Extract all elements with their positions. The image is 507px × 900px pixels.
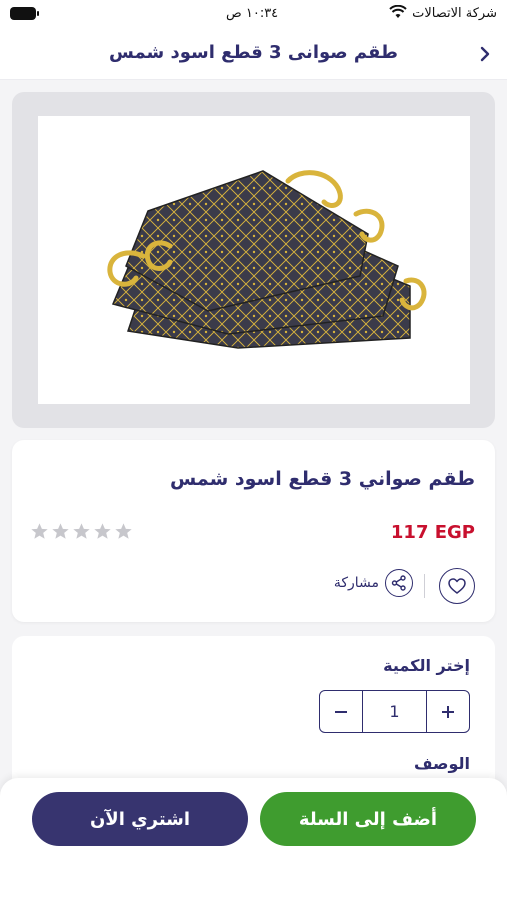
product-title: طقم صواني 3 قطع اسود شمس [170, 468, 475, 490]
product-image-card [12, 92, 495, 428]
quantity-stepper: 1 [319, 690, 470, 733]
product-price: 117 EGP [390, 522, 475, 543]
top-navbar: طقم صوانى 3 قطع اسود شمس [0, 28, 507, 80]
share-button[interactable]: مشاركة [334, 569, 413, 597]
minus-icon [335, 710, 347, 713]
buy-now-button[interactable]: اشتري الآن [32, 792, 248, 846]
bottom-action-bar: أضف إلى السلة اشتري الآن [0, 778, 507, 900]
divider [424, 574, 425, 598]
battery-icon [10, 7, 39, 20]
increment-button[interactable] [427, 691, 469, 732]
description-label: الوصف [413, 754, 470, 773]
star-icon [31, 523, 48, 539]
share-label: مشاركة [333, 575, 379, 591]
product-image[interactable] [38, 116, 470, 404]
star-icon [73, 523, 90, 539]
rating-stars[interactable] [30, 522, 133, 541]
quantity-value[interactable]: 1 [362, 691, 427, 732]
decrement-button[interactable] [320, 691, 362, 732]
chevron-right-icon[interactable] [475, 42, 495, 66]
status-bar: شركة الاتصالات ١٠:٣٤ ص [0, 0, 507, 28]
heart-icon [448, 578, 466, 594]
star-icon [52, 523, 69, 539]
quantity-label: إختر الكمية [383, 656, 470, 675]
page-title: طقم صوانى 3 قطع اسود شمس [109, 42, 398, 63]
add-to-cart-button[interactable]: أضف إلى السلة [260, 792, 476, 846]
share-icon [385, 569, 413, 597]
favorite-button[interactable] [439, 568, 475, 604]
star-icon [94, 523, 111, 539]
clock: ١٠:٣٤ ص [226, 6, 279, 21]
carrier-name: شركة الاتصالات [412, 6, 497, 21]
trays-illustration [107, 170, 427, 349]
star-icon [115, 523, 132, 539]
plus-icon [442, 705, 454, 718]
wifi-icon [389, 5, 407, 18]
product-info-card: طقم صواني 3 قطع اسود شمس 117 EGP مشاركة [12, 440, 495, 622]
